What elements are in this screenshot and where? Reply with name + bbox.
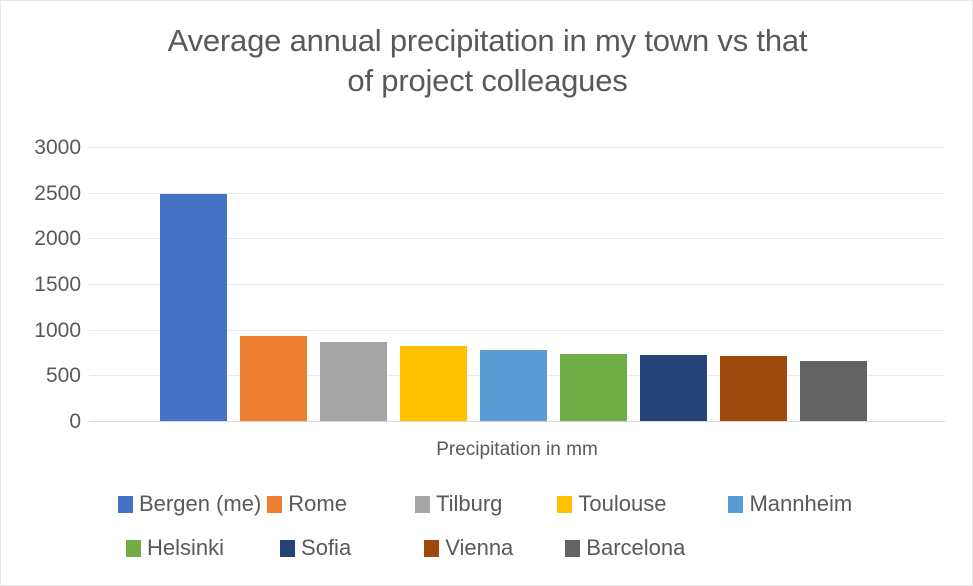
y-axis-tick-label: 500 <box>45 364 81 388</box>
legend-item-label: Vienna <box>445 535 514 560</box>
plot-area <box>89 147 945 422</box>
legend-color-swatch <box>414 495 430 513</box>
chart-legend: Bergen (me) Rome Tilburg Toulouse Mannheim H… <box>101 487 891 571</box>
bar-vienna[interactable] <box>720 355 787 421</box>
legend-item[interactable]: Rome <box>267 487 347 521</box>
legend-item-label: Sofia <box>301 535 352 560</box>
bar-helsinki[interactable] <box>560 353 627 421</box>
legend-item-label: Rome <box>288 491 347 516</box>
bar-slot <box>720 147 787 421</box>
y-axis: 3000 2500 2000 1500 1000 500 0 <box>1 1 81 585</box>
bar-slot <box>560 147 627 421</box>
legend-color-swatch <box>118 495 133 513</box>
legend-row: Bergen (me) Rome Tilburg Toulouse Mannheim <box>101 487 891 521</box>
legend-item[interactable]: Vienna <box>424 531 513 565</box>
bar-slot <box>240 147 307 421</box>
bars-layer <box>89 147 945 421</box>
x-axis-title: Precipitation in mm <box>436 439 598 460</box>
legend-item[interactable]: Barcelona <box>565 531 685 565</box>
legend-item-label: Toulouse <box>578 491 667 516</box>
legend-item-label: Barcelona <box>586 535 686 560</box>
legend-color-swatch <box>126 539 141 557</box>
legend-item[interactable]: Tilburg <box>414 487 503 521</box>
legend-color-swatch <box>565 539 581 557</box>
legend-item[interactable]: Sofia <box>280 531 351 565</box>
y-axis-tick-label: 1500 <box>34 273 81 296</box>
bar-slot <box>480 147 547 421</box>
legend-color-swatch <box>280 539 296 557</box>
bar-slot <box>400 147 467 421</box>
legend-item-label: Bergen (me) <box>139 491 262 516</box>
legend-row: Helsinki Sofia Vienna Barcelona <box>101 531 891 565</box>
legend-color-swatch <box>557 495 573 513</box>
bar-slot <box>800 147 867 421</box>
y-axis-tick-label: 2500 <box>34 181 81 205</box>
legend-item-label: Tilburg <box>435 491 503 516</box>
y-axis-tick-label: 2000 <box>34 227 81 251</box>
legend-item[interactable]: Mannheim <box>728 487 852 521</box>
bar-bergen-me[interactable] <box>160 193 227 421</box>
legend-item[interactable]: Bergen (me) <box>118 487 261 521</box>
y-axis-tick-label: 0 <box>69 410 81 433</box>
bar-rome[interactable] <box>240 336 307 421</box>
bar-tilburg[interactable] <box>320 342 387 421</box>
gridline <box>89 421 945 422</box>
bar-barcelona[interactable] <box>800 361 867 421</box>
legend-item[interactable]: Toulouse <box>557 487 666 521</box>
bar-slot <box>320 147 387 421</box>
bar-sofia[interactable] <box>640 354 707 421</box>
chart-container: Average annual precipitation in my town … <box>0 0 973 586</box>
legend-item[interactable]: Helsinki <box>126 531 224 565</box>
y-axis-tick-label: 1000 <box>34 318 81 342</box>
y-axis-tick-label: 3000 <box>34 136 81 159</box>
legend-color-swatch <box>267 495 283 513</box>
bar-slot <box>640 147 707 421</box>
bar-mannheim[interactable] <box>480 350 547 421</box>
legend-item-label: Mannheim <box>749 491 853 516</box>
bar-toulouse[interactable] <box>400 345 467 421</box>
chart-title: Average annual precipitation in my town … <box>167 23 808 98</box>
bar-slot <box>160 147 227 421</box>
legend-color-swatch <box>728 495 744 513</box>
legend-item-label: Helsinki <box>147 535 225 560</box>
legend-color-swatch <box>424 539 440 557</box>
